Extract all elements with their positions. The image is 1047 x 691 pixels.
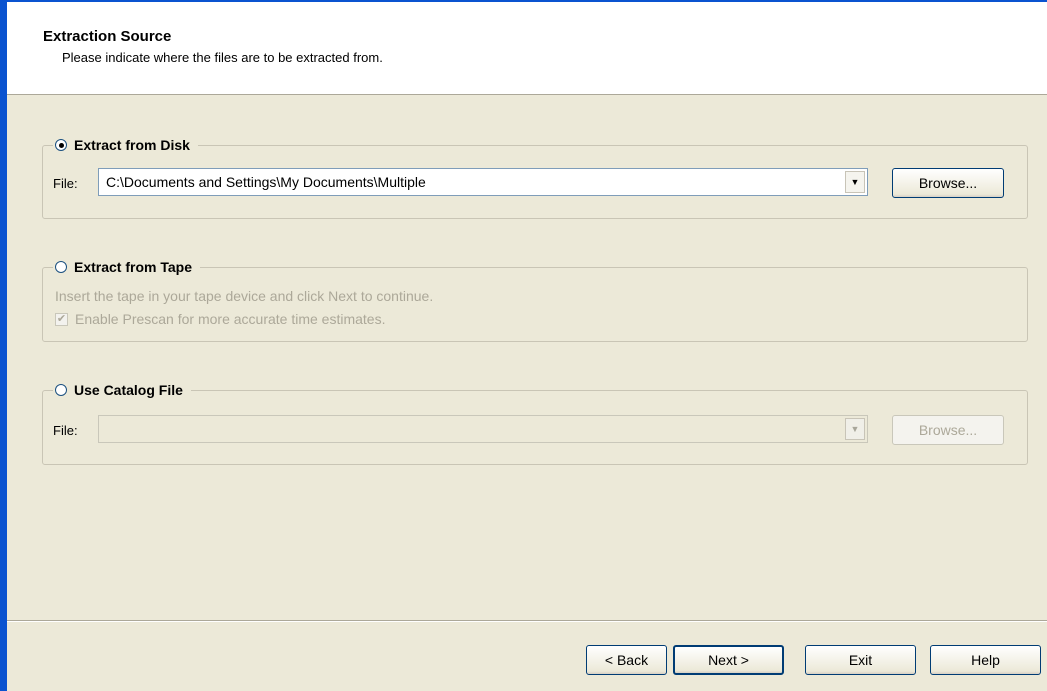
disk-radio-button[interactable]: [55, 139, 67, 151]
exit-button[interactable]: Exit: [805, 645, 916, 675]
dropdown-arrow-icon[interactable]: ▼: [845, 418, 865, 440]
catalog-file-combobox[interactable]: ▼: [98, 415, 868, 443]
catalog-option-label: Use Catalog File: [74, 382, 183, 398]
catalog-browse-button[interactable]: Browse...: [892, 415, 1004, 445]
dropdown-arrow-icon[interactable]: ▼: [845, 171, 865, 193]
catalog-radio-button[interactable]: [55, 384, 67, 396]
disk-file-value[interactable]: C:\Documents and Settings\My Documents\M…: [106, 174, 426, 190]
tape-group: Extract from Tape Insert the tape in you…: [42, 257, 1028, 342]
use-catalog-file-option[interactable]: Use Catalog File: [53, 380, 191, 400]
extract-from-tape-option[interactable]: Extract from Tape: [53, 257, 200, 277]
disk-group: Extract from Disk File: C:\Documents and…: [42, 135, 1028, 219]
radio-selected-dot: [58, 142, 64, 148]
help-button[interactable]: Help: [930, 645, 1041, 675]
prescan-checkbox[interactable]: ✔: [55, 313, 68, 326]
back-button[interactable]: < Back: [586, 645, 667, 675]
tape-option-label: Extract from Tape: [74, 259, 192, 275]
window-frame-left: [0, 0, 7, 691]
footer-divider-highlight: [7, 621, 1047, 622]
extract-from-disk-option[interactable]: Extract from Disk: [53, 135, 198, 155]
tape-instructions: Insert the tape in your tape device and …: [55, 288, 434, 304]
disk-browse-button[interactable]: Browse...: [892, 168, 1004, 198]
wizard-header: Extraction Source Please indicate where …: [7, 2, 1047, 95]
checkmark-icon: ✔: [56, 313, 67, 325]
next-button[interactable]: Next >: [673, 645, 784, 675]
catalog-file-label: File:: [53, 423, 78, 438]
catalog-group: Use Catalog File File: ▼ Browse...: [42, 380, 1028, 465]
page-title: Extraction Source: [43, 28, 172, 45]
disk-file-label: File:: [53, 176, 78, 191]
prescan-label: Enable Prescan for more accurate time es…: [75, 311, 386, 327]
disk-file-combobox[interactable]: C:\Documents and Settings\My Documents\M…: [98, 168, 868, 196]
tape-radio-button[interactable]: [55, 261, 67, 273]
page-subtitle: Please indicate where the files are to b…: [62, 50, 383, 65]
disk-option-label: Extract from Disk: [74, 137, 190, 153]
